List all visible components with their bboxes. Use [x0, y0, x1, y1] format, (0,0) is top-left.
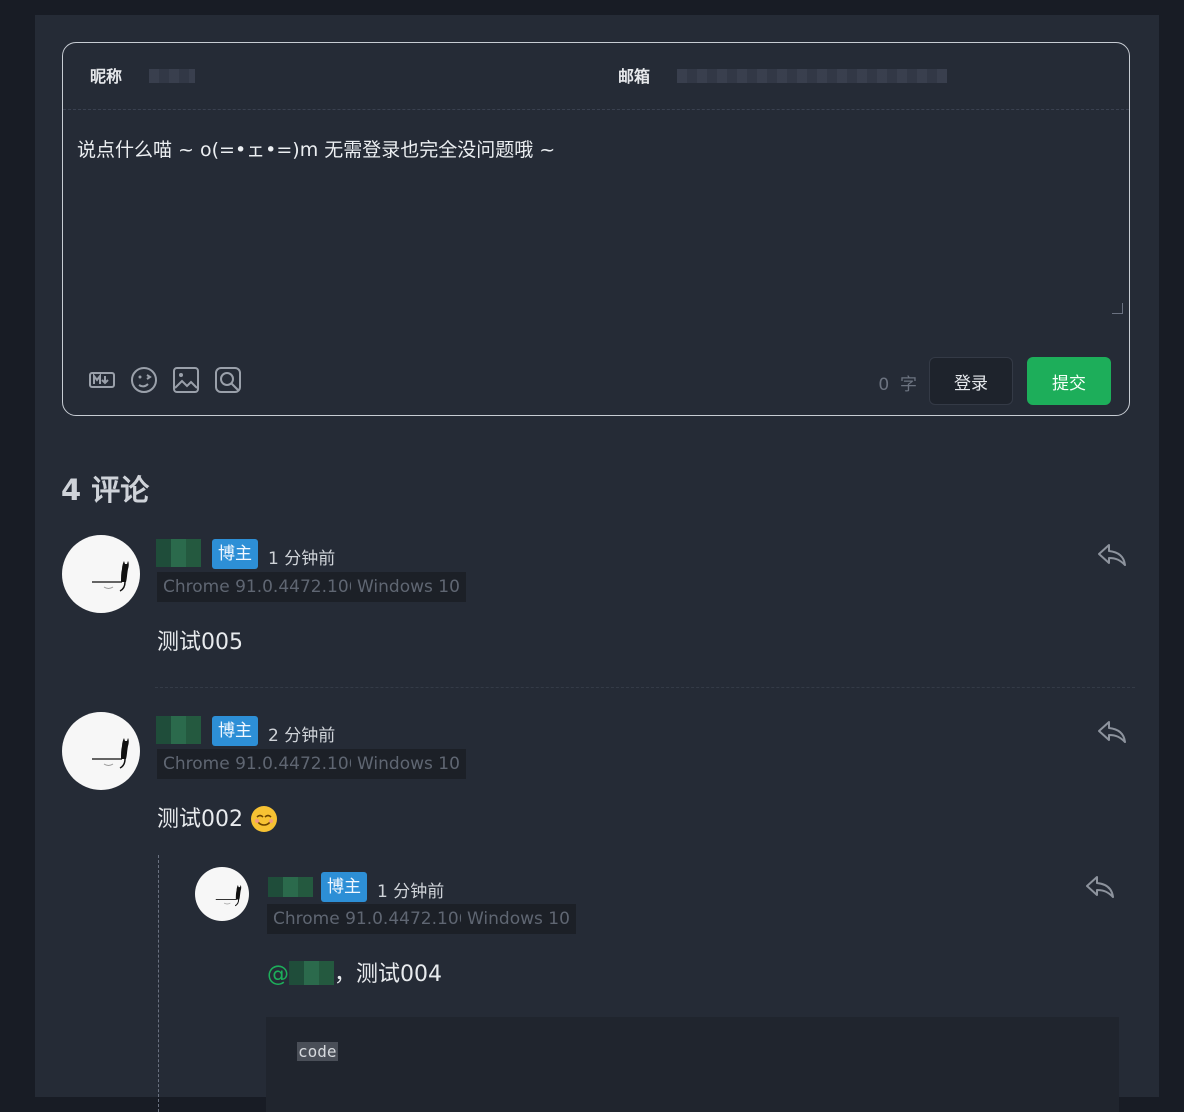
status-badge: 博主: [212, 716, 258, 746]
code-block: [266, 1017, 1119, 1112]
comment-text: 测试002: [157, 801, 278, 833]
browser-badge: Chrome 91.0.4472.106: [157, 749, 366, 779]
markdown-icon[interactable]: [87, 365, 117, 395]
reply-icon[interactable]: [1085, 874, 1115, 900]
os-badge: Windows 10: [351, 572, 466, 602]
login-button[interactable]: 登录: [929, 357, 1013, 405]
avatar[interactable]: [195, 867, 249, 921]
browser-badge: Chrome 91.0.4472.106: [267, 904, 476, 934]
comment-textarea[interactable]: 说点什么喵 ~ o(=•ェ•=)m 无需登录也完全没问题哦 ~: [77, 135, 1117, 162]
avatar[interactable]: [62, 712, 140, 790]
comments-count-title: 4 评论: [61, 473, 150, 507]
preview-icon[interactable]: [213, 365, 243, 395]
os-badge: Windows 10: [461, 904, 576, 934]
status-badge: 博主: [321, 872, 367, 902]
char-count: 0 字: [878, 375, 917, 395]
browser-badge: Chrome 91.0.4472.106: [157, 572, 366, 602]
image-icon[interactable]: [171, 365, 201, 395]
inline-code: code: [297, 1042, 338, 1061]
editor-header: 昵称 邮箱: [63, 43, 1129, 110]
comment-divider: [155, 687, 1135, 688]
emoji-icon[interactable]: [129, 365, 159, 395]
reply-icon[interactable]: [1097, 542, 1127, 568]
thread-line: [158, 855, 159, 1112]
comment-time: 1 分钟前: [377, 882, 445, 902]
os-badge: Windows 10: [351, 749, 466, 779]
nickname-input[interactable]: [149, 69, 195, 83]
comment-time: 1 分钟前: [268, 549, 336, 569]
mention[interactable]: @: [267, 961, 334, 987]
resize-handle[interactable]: [1112, 303, 1123, 314]
comment-text: 测试005: [157, 630, 243, 655]
author-name[interactable]: [268, 877, 313, 897]
email-label: 邮箱: [618, 67, 651, 86]
smile-emoji-icon: [251, 806, 277, 832]
comment-text: @ ，测试004: [267, 961, 442, 987]
submit-button[interactable]: 提交: [1027, 357, 1111, 405]
page: 昵称 邮箱 说点什么喵 ~ o(=•ェ•=)m 无需登录也完全没问题哦 ~ 0 …: [35, 15, 1159, 1112]
comment-time: 2 分钟前: [268, 726, 336, 746]
comment-editor: 昵称 邮箱 说点什么喵 ~ o(=•ェ•=)m 无需登录也完全没问题哦 ~ 0 …: [62, 42, 1130, 416]
reply-icon[interactable]: [1097, 719, 1127, 745]
nickname-label: 昵称: [90, 67, 123, 86]
status-badge: 博主: [212, 539, 258, 569]
email-input[interactable]: [677, 69, 947, 83]
author-name[interactable]: [156, 539, 201, 567]
author-name[interactable]: [156, 716, 201, 744]
editor-toolbar: [87, 365, 243, 395]
avatar[interactable]: [62, 535, 140, 613]
